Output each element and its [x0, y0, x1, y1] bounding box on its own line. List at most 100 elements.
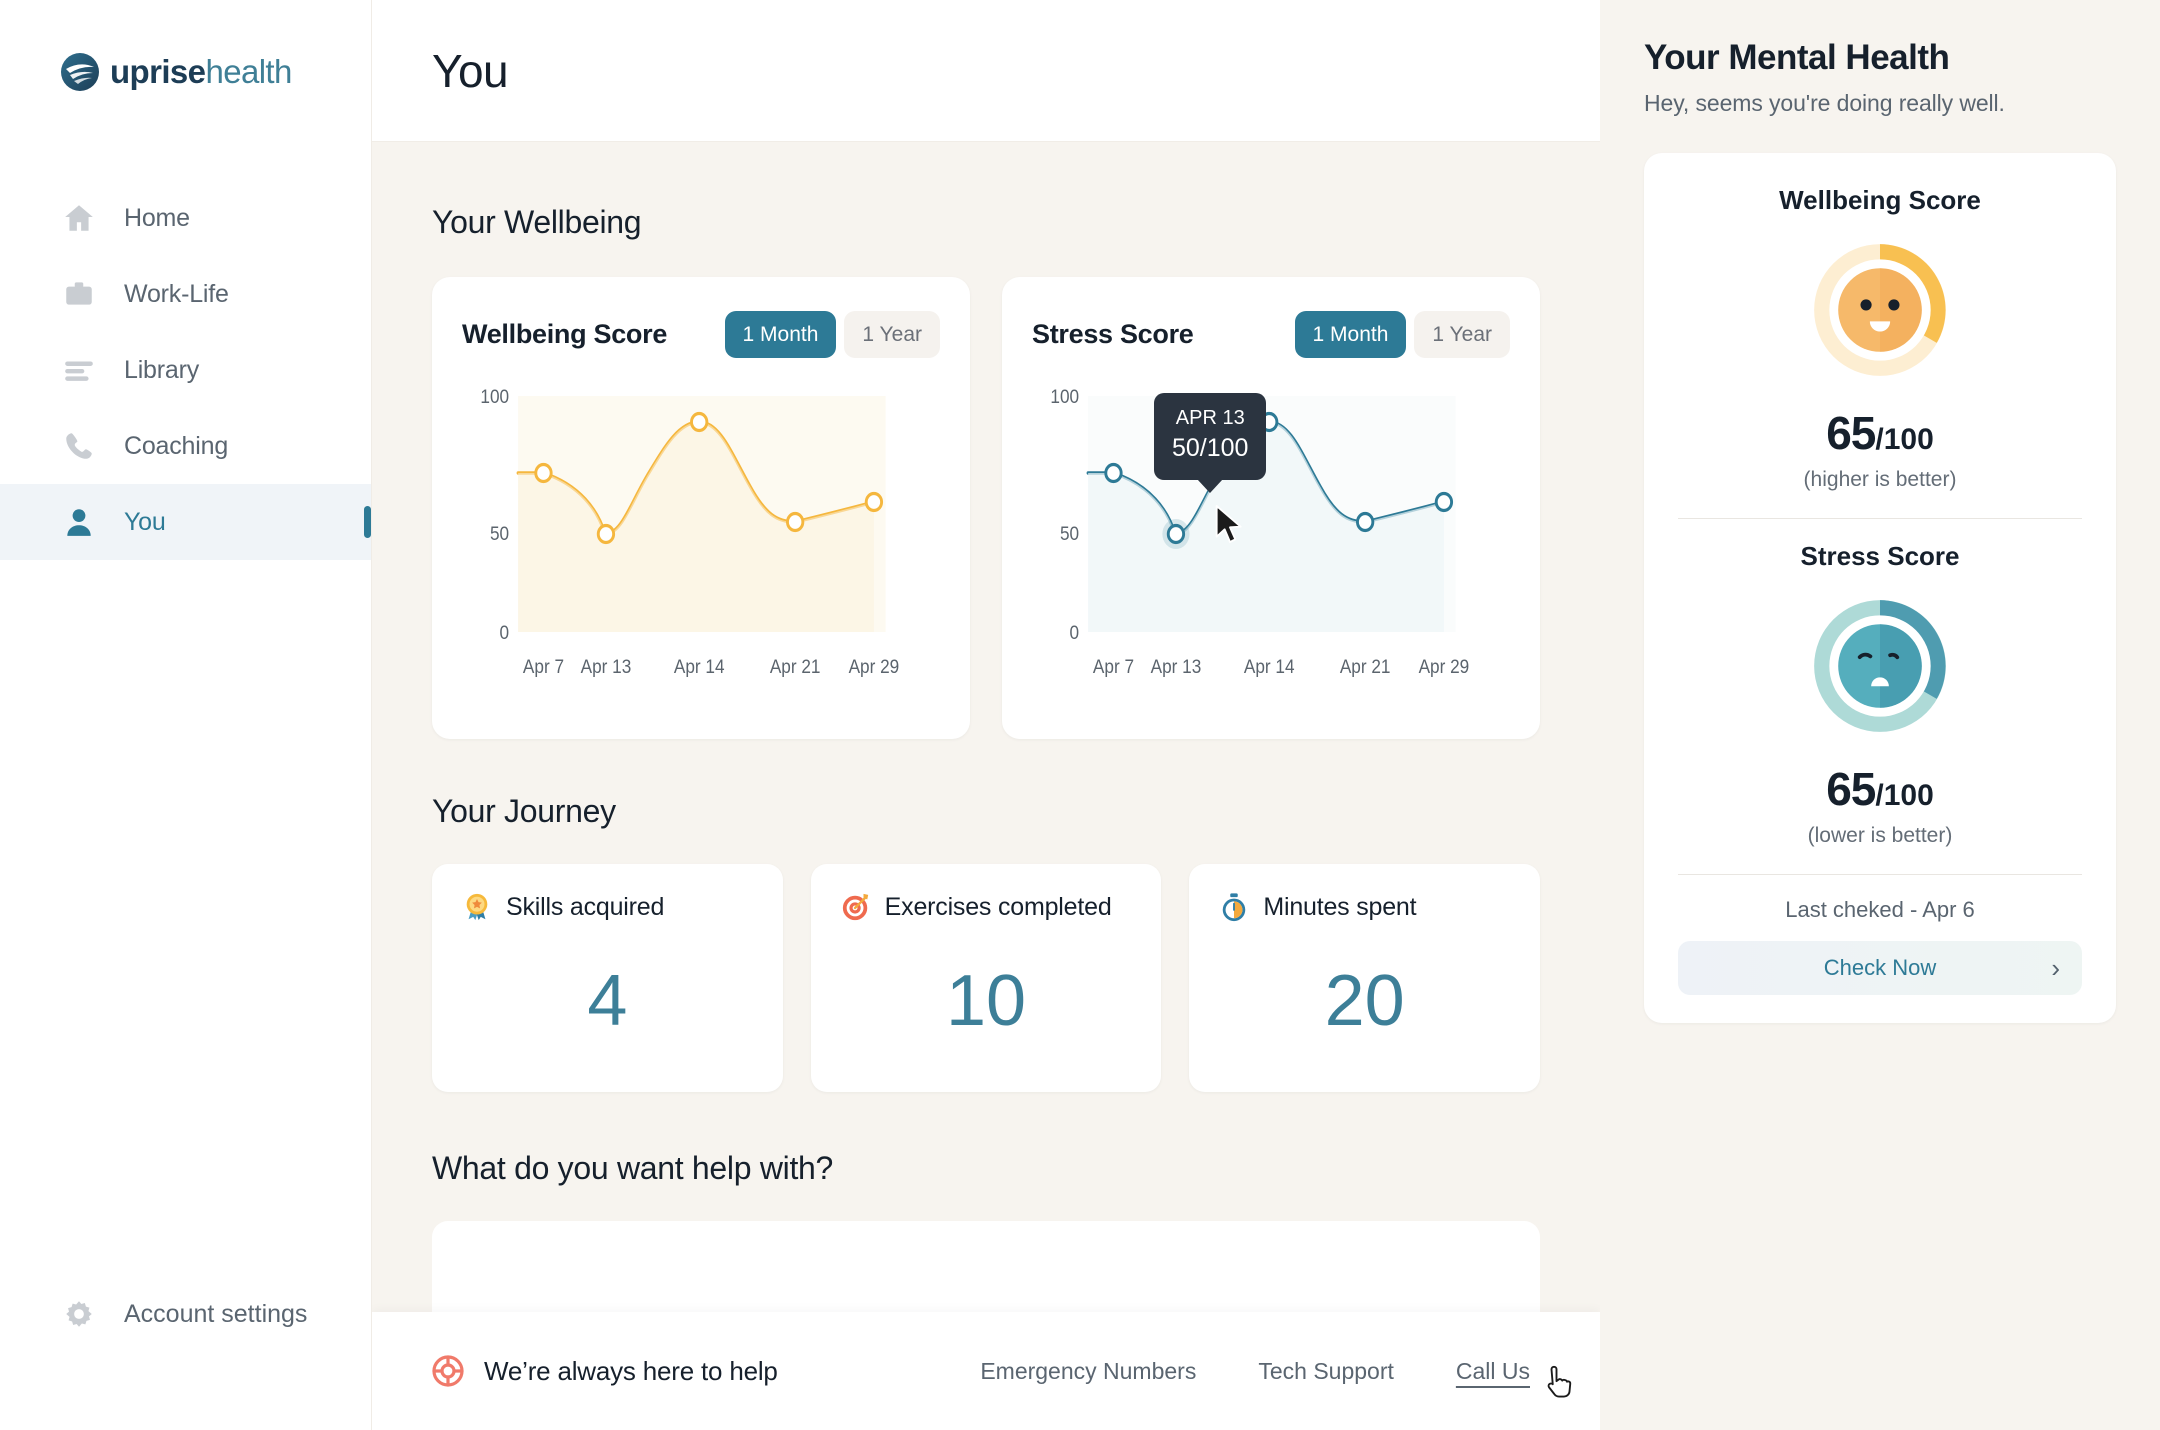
- x-tick-1: Apr 13: [1151, 656, 1202, 677]
- footer-link-emergency-numbers[interactable]: Emergency Numbers: [980, 1358, 1196, 1385]
- x-tick-4: Apr 29: [849, 656, 900, 677]
- x-tick-2: Apr 14: [674, 656, 725, 677]
- section-title-help: What do you want help with?: [432, 1150, 834, 1186]
- sidebar-item-label: Home: [124, 203, 190, 232]
- chart-tooltip: APR 13 50/100: [1154, 393, 1267, 480]
- main-content: You Your Wellbeing Wellbeing Score 1 Mon…: [372, 0, 1600, 1430]
- tab-1-year[interactable]: 1 Year: [844, 311, 940, 358]
- home-icon: [65, 205, 93, 231]
- chart-title: Wellbeing Score: [462, 319, 668, 349]
- footer-links: Emergency Numbers Tech Support Call Us: [980, 1358, 1540, 1385]
- tooltip-date: APR 13: [1175, 407, 1245, 429]
- journey-card-value: 10: [945, 961, 1027, 1041]
- x-tick-3: Apr 21: [770, 656, 821, 677]
- library-lines-icon: [65, 361, 93, 381]
- check-now-button[interactable]: Check Now ›: [1678, 941, 2082, 995]
- range-toggle-group: 1 Month 1 Year: [1294, 311, 1510, 358]
- topbar: You: [372, 0, 1600, 142]
- stress-chart-card: Stress Score 1 Month 1 Year 100 50 0 Apr…: [1002, 277, 1540, 739]
- wellbeing-score-value: 65: [1826, 407, 1876, 459]
- happy-face-icon: [1860, 299, 1872, 311]
- journey-card-value: 4: [587, 961, 628, 1041]
- last-checked-label: Last cheked - Apr 6: [1785, 897, 1975, 922]
- sidebar-item-label: Library: [124, 355, 200, 384]
- right-panel-subtitle: Hey, seems you're doing really well.: [1644, 90, 2005, 116]
- tab-1-year[interactable]: 1 Year: [1414, 311, 1510, 358]
- chart-title: Stress Score: [1032, 319, 1194, 349]
- stress-score-denominator: /100: [1875, 779, 1934, 812]
- journey-card-header: Minutes spent: [1219, 892, 1510, 922]
- journey-card-header: Skills acquired: [462, 892, 753, 922]
- y-tick-50: 50: [490, 523, 509, 544]
- uprise-logo-icon: [61, 53, 99, 91]
- brand-name-bold: uprise: [110, 53, 206, 90]
- gear-icon: [66, 1301, 92, 1327]
- mental-health-card: Wellbeing Score 65/100 (higher is better…: [1644, 153, 2116, 1023]
- journey-card-skills[interactable]: Skills acquired 4: [432, 864, 783, 1092]
- stress-plot: 100 50 0 Apr 7 Apr 13 Apr 14 Apr 21 Apr …: [1032, 374, 1510, 694]
- brand-name: uprisehealth: [110, 53, 292, 91]
- x-tick-2: Apr 14: [1244, 656, 1295, 677]
- stopwatch-icon: [1223, 893, 1246, 922]
- sidebar-item-label: Work-Life: [124, 279, 229, 308]
- check-now-label: Check Now: [1823, 955, 1937, 980]
- section-title-journey: Your Journey: [432, 793, 616, 829]
- app-root: uprisehealth Home Work-Life Library Coac…: [0, 0, 2160, 1430]
- charts-row: Wellbeing Score 1 Month 1 Year 100 50 0 …: [432, 277, 1540, 739]
- section-title-wellbeing: Your Wellbeing: [432, 204, 642, 240]
- content-scroll-area: Your Wellbeing Wellbeing Score 1 Month 1…: [372, 142, 1600, 1430]
- wellbeing-score-denominator: /100: [1875, 423, 1934, 456]
- tooltip-value: 50/100: [1172, 434, 1249, 462]
- x-tick-4: Apr 29: [1419, 656, 1470, 677]
- journey-card-minutes[interactable]: Minutes spent 20: [1189, 864, 1541, 1092]
- wellbeing-plot: 100 50 0 Apr 7 Apr 13 Apr 14 Apr 21 Apr …: [462, 374, 940, 694]
- sidebar-item-label: Account settings: [124, 1299, 308, 1328]
- tab-1-month[interactable]: 1 Month: [724, 311, 837, 358]
- brand-logo[interactable]: uprisehealth: [0, 0, 371, 92]
- chart-header: Wellbeing Score 1 Month 1 Year: [462, 311, 940, 358]
- journey-cards-row: Skills acquired 4 Exercises completed 10…: [432, 864, 1541, 1092]
- journey-card-header: Exercises completed: [841, 892, 1132, 922]
- sidebar-item-account-settings[interactable]: Account settings: [0, 1276, 371, 1352]
- sidebar-item-coaching[interactable]: Coaching: [0, 408, 371, 484]
- stress-gauge-wrap: [1678, 590, 2082, 742]
- sidebar-item-library[interactable]: Library: [0, 332, 371, 408]
- x-tick-1: Apr 13: [581, 656, 632, 677]
- mouse-cursor-pointer-hand: [1547, 1365, 1572, 1398]
- brand-name-light: health: [205, 53, 292, 90]
- footer-left: We’re always here to help: [432, 1355, 778, 1387]
- briefcase-icon: [66, 282, 92, 305]
- y-tick-0: 0: [1070, 622, 1080, 643]
- sidebar-item-label: You: [124, 507, 166, 536]
- y-tick-50: 50: [1060, 523, 1079, 544]
- person-icon: [67, 509, 91, 536]
- sidebar-item-work-life[interactable]: Work-Life: [0, 256, 371, 332]
- sidebar-item-home[interactable]: Home: [0, 180, 371, 256]
- journey-card-label: Minutes spent: [1263, 892, 1417, 921]
- footer-link-call-us[interactable]: Call Us: [1456, 1358, 1530, 1385]
- phone-icon: [66, 433, 92, 459]
- stress-score-value-row: 65/100: [1678, 762, 2082, 816]
- sidebar-item-label: Coaching: [124, 431, 229, 460]
- tab-1-month[interactable]: 1 Month: [1294, 311, 1407, 358]
- active-indicator: [364, 506, 371, 538]
- journey-card-value: 20: [1324, 961, 1405, 1041]
- stress-score-note: (lower is better): [1807, 824, 1953, 847]
- right-panel: Your Mental Health Hey, seems you're doi…: [1600, 0, 2160, 1430]
- wellbeing-line-chart: 100 50 0 Apr 7 Apr 13 Apr 14 Apr 21 Apr …: [480, 386, 900, 677]
- chart-header: Stress Score 1 Month 1 Year: [1032, 311, 1510, 358]
- journey-card-exercises[interactable]: Exercises completed 10: [810, 864, 1162, 1092]
- stress-gauge: [1814, 600, 1946, 732]
- right-panel-title: Your Mental Health: [1644, 38, 1950, 77]
- page-title: You: [432, 44, 509, 97]
- x-tick-0: Apr 7: [1093, 656, 1134, 677]
- y-tick-100: 100: [1050, 386, 1079, 407]
- journey-card-label: Skills acquired: [506, 892, 665, 921]
- chevron-right-icon: ›: [2051, 953, 2060, 983]
- card-divider-2: [1678, 874, 2082, 875]
- help-footer-bar: We’re always here to help Emergency Numb…: [372, 1312, 1600, 1430]
- range-toggle-group: 1 Month 1 Year: [724, 311, 940, 358]
- sidebar-item-you[interactable]: You: [0, 484, 371, 560]
- footer-link-tech-support[interactable]: Tech Support: [1258, 1358, 1394, 1385]
- footer-title: We’re always here to help: [484, 1355, 778, 1386]
